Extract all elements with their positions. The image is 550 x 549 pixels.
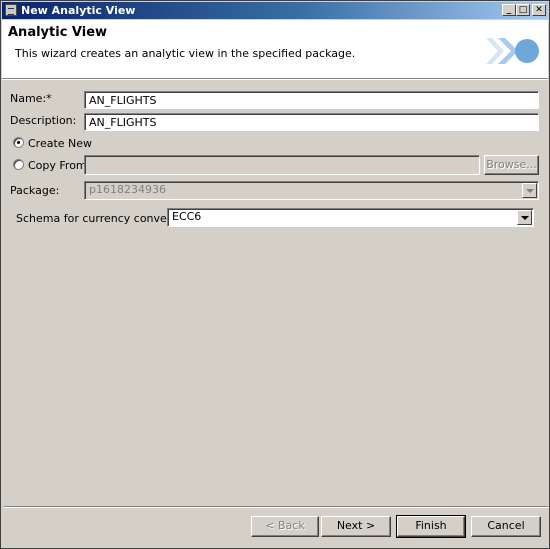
schema-dropdown-arrow-icon[interactable] [517,210,532,225]
title-bar[interactable]: New Analytic View _ □ ✕ [2,2,548,19]
package-dropdown[interactable]: p1618234936 [84,181,539,200]
package-label: Package: [10,184,60,197]
window-title: New Analytic View [21,4,136,17]
description-label: Description: [10,114,77,127]
copy-from-input[interactable] [84,155,480,175]
back-button[interactable]: < Back [251,516,319,537]
page-description: This wizard creates an analytic view in … [15,47,356,60]
app-window-icon [5,4,17,16]
maximize-button[interactable]: □ [516,4,530,16]
minimize-button[interactable]: _ [502,4,516,16]
close-button[interactable]: ✕ [532,4,546,16]
wizard-banner-icon [486,38,539,64]
name-label: Name:* [10,92,52,105]
create-new-radio[interactable] [13,137,24,148]
cancel-button[interactable]: Cancel [471,516,541,537]
description-input[interactable] [84,113,539,131]
schema-value: ECC6 [172,210,202,223]
page-title: Analytic View [8,25,108,40]
copy-from-label[interactable]: Copy From [28,159,87,172]
copy-from-radio[interactable] [13,159,24,170]
schema-dropdown[interactable]: ECC6 [167,208,534,227]
package-value: p1618234936 [89,183,166,196]
finish-button[interactable]: Finish [396,515,466,538]
name-input[interactable] [84,91,539,109]
package-dropdown-arrow-icon[interactable] [522,183,537,198]
new-analytic-view-dialog: New Analytic View _ □ ✕ Analytic View Th… [0,0,550,549]
create-new-label[interactable]: Create New [28,137,92,150]
wizard-header: Analytic View This wizard creates an ana… [2,20,548,79]
browse-button[interactable]: Browse... [484,155,539,175]
header-divider [2,79,548,80]
next-button[interactable]: Next > [321,516,391,537]
